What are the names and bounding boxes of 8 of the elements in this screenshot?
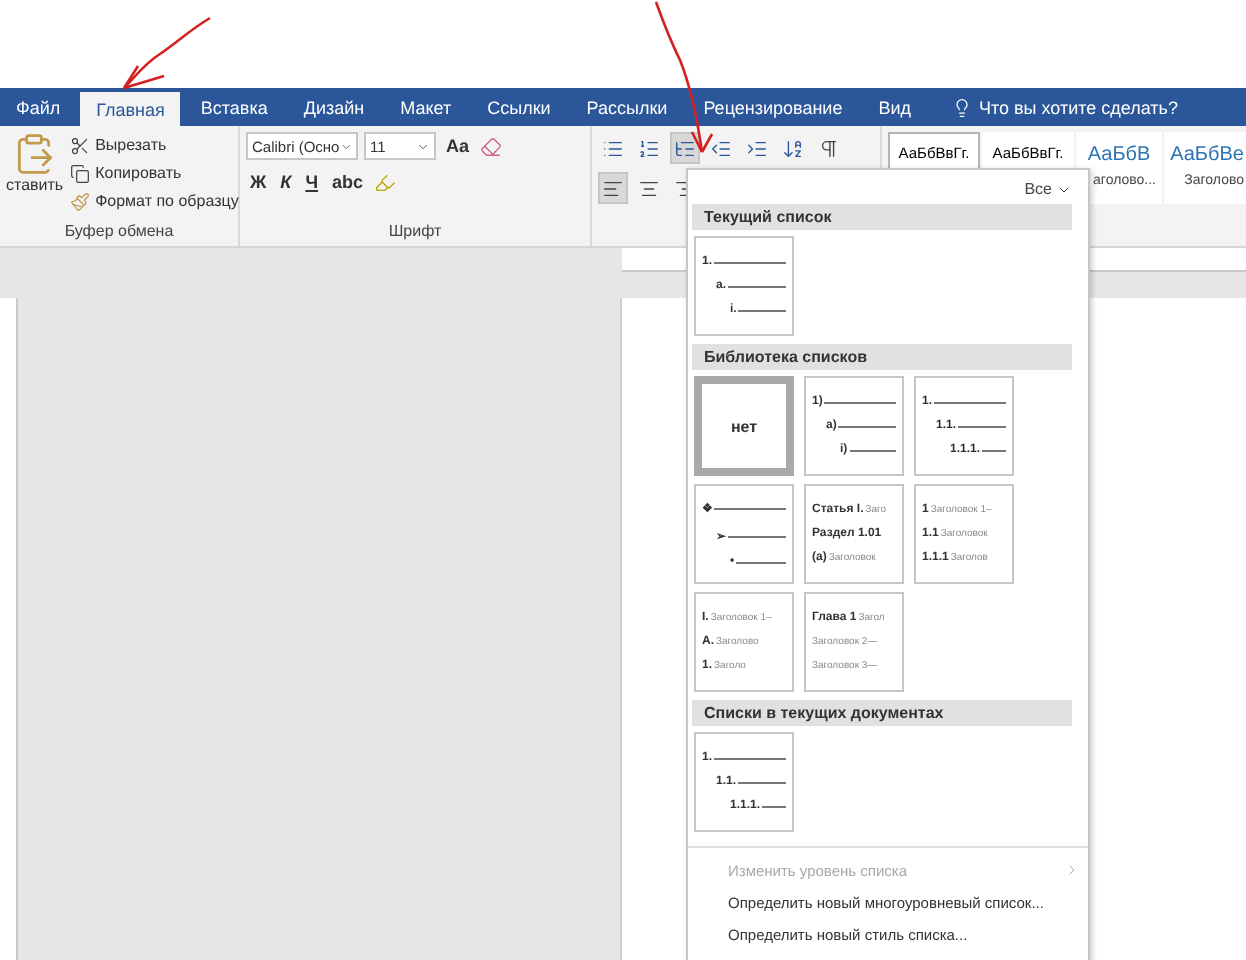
style-sample: АаБбВе bbox=[1170, 144, 1244, 166]
section-title: Текущий список bbox=[692, 204, 1072, 230]
section-title: Библиотека списков bbox=[692, 344, 1072, 370]
style-sample: АаБбВ bbox=[1087, 144, 1151, 166]
section-title: Списки в текущих документах bbox=[692, 700, 1072, 726]
group-label: Буфер обмена bbox=[62, 222, 176, 244]
group-label: Шрифт bbox=[386, 222, 444, 244]
none-label: нет bbox=[730, 417, 758, 435]
